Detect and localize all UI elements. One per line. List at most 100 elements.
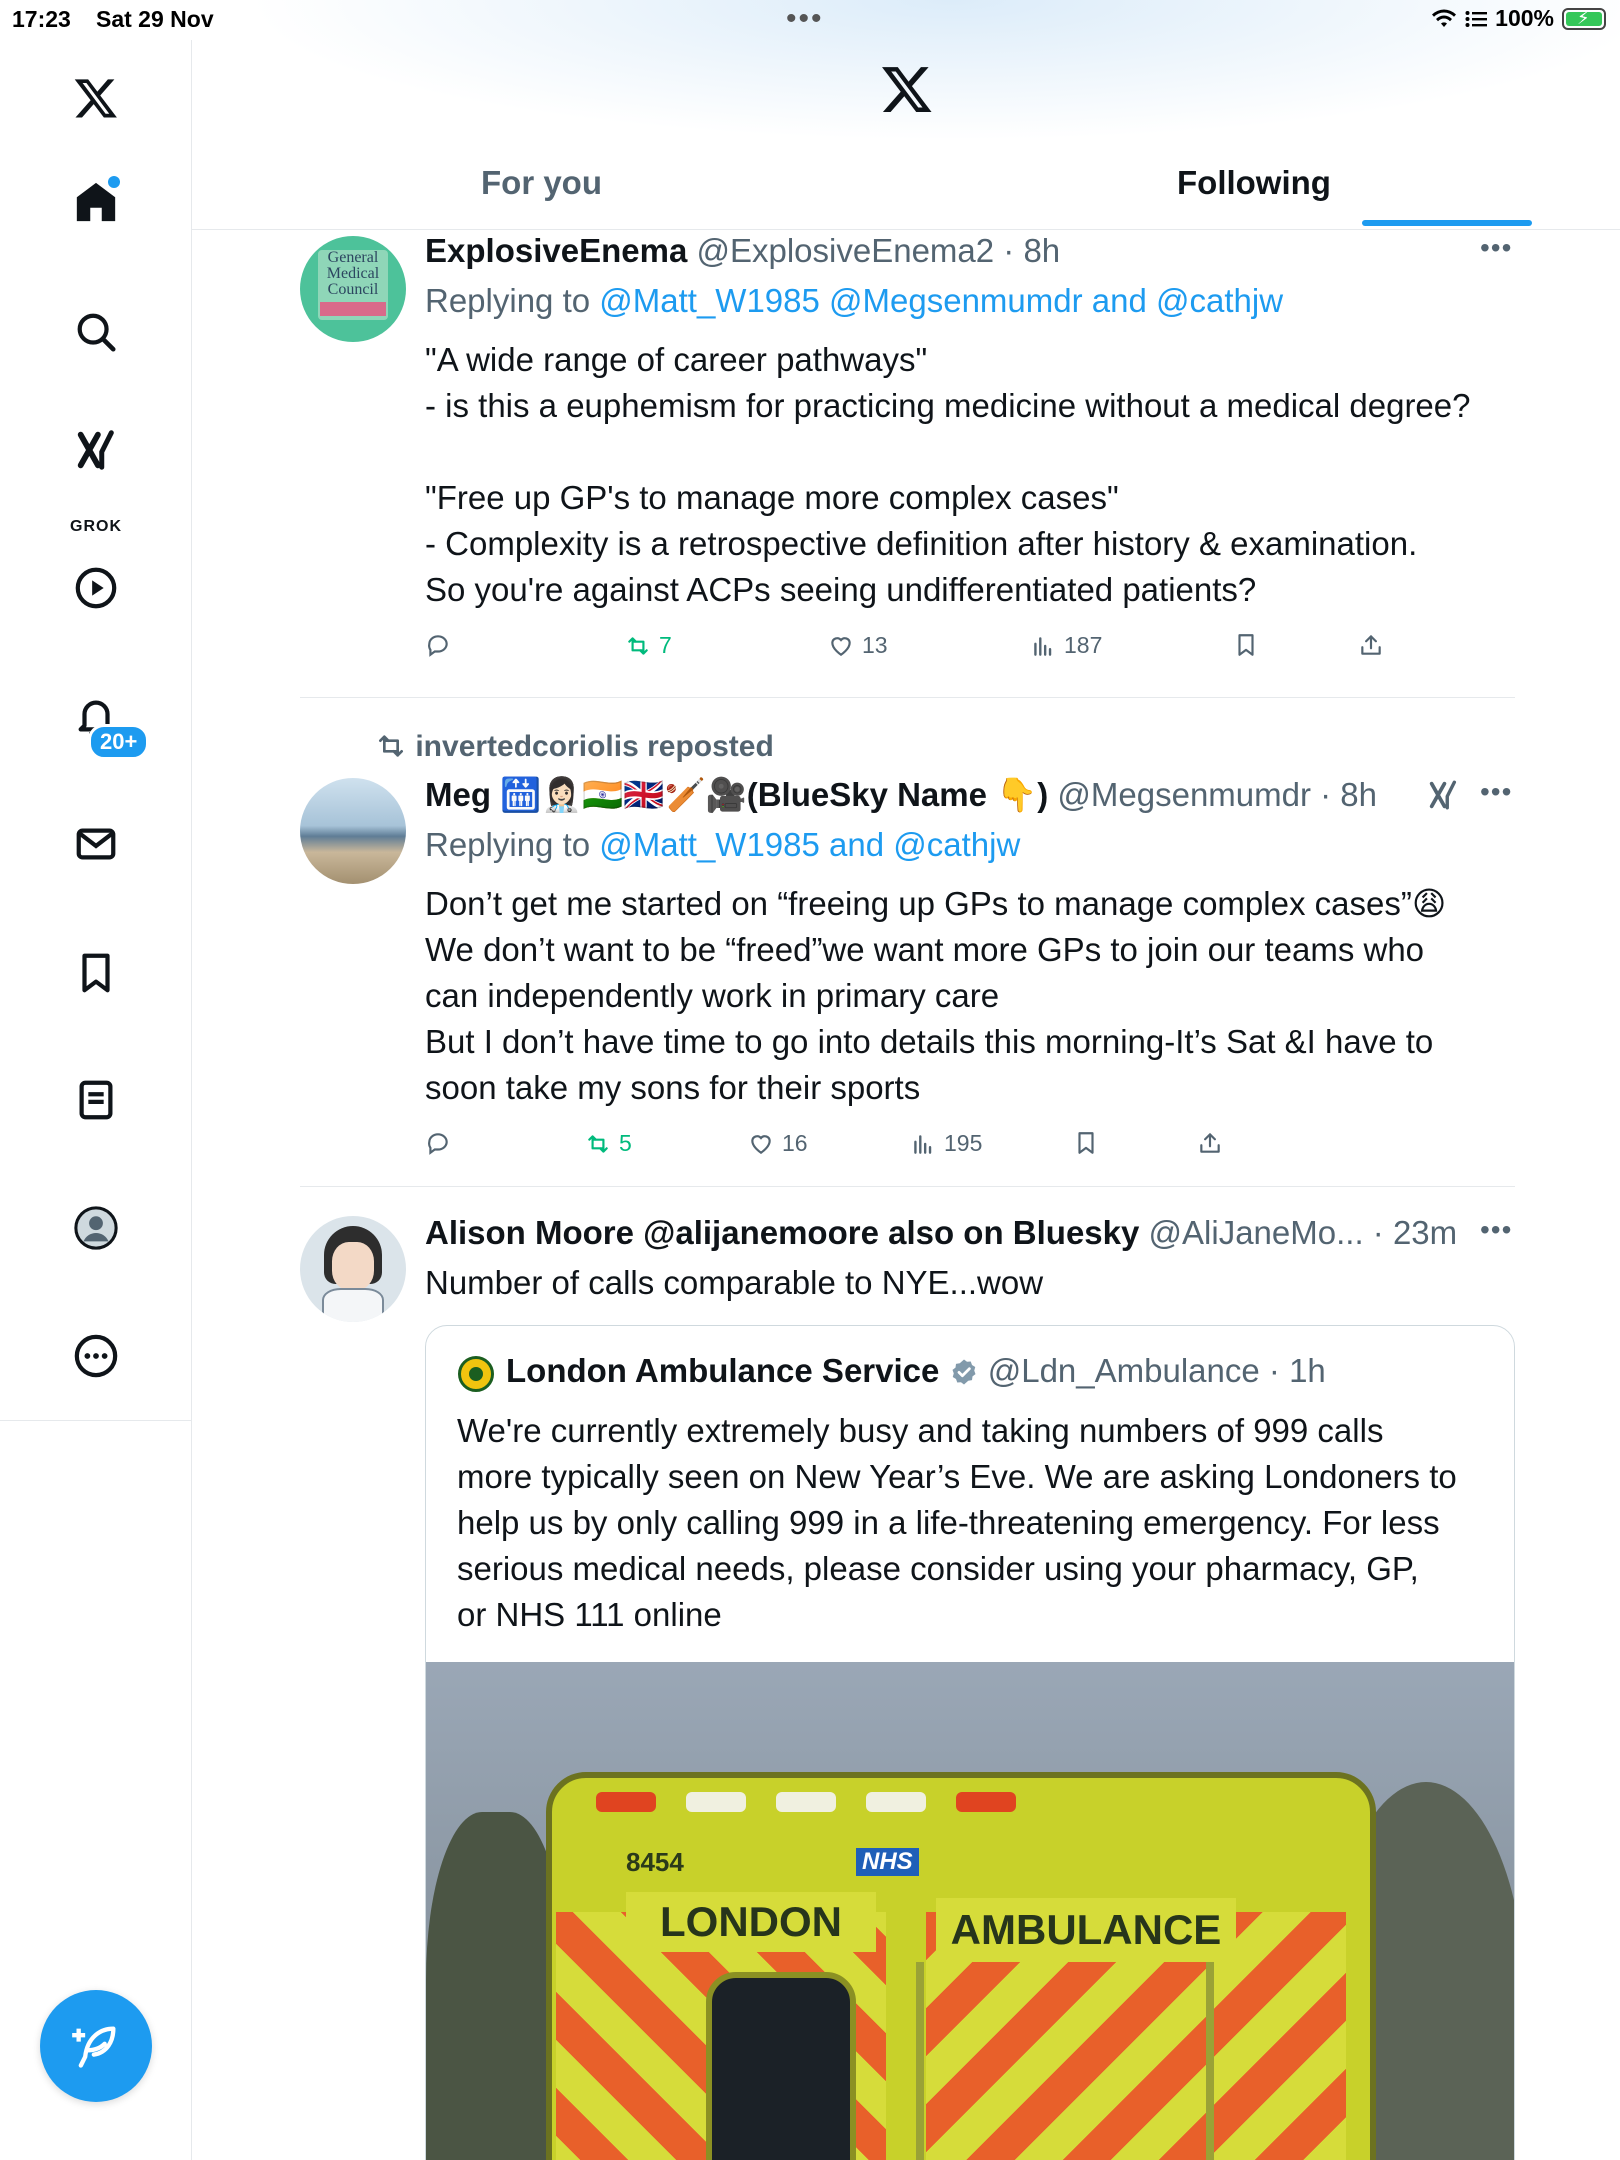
tweet-text: Don’t get me started on “freeing up GPs … [425, 885, 1447, 1106]
tweet-header: ExplosiveEnema @ExplosiveEnema2 · 8h [425, 228, 1060, 274]
repost-icon [628, 636, 648, 655]
grok-label: GROK [70, 518, 122, 535]
bookmark-icon [1238, 634, 1254, 656]
reply-button[interactable] [425, 632, 459, 658]
repost-count: 7 [659, 632, 672, 658]
status-date: Sat 29 Nov [96, 6, 214, 32]
quoted-avatar [458, 1356, 494, 1392]
repost-button[interactable]: 7 [625, 632, 672, 659]
tweet-divider [300, 697, 1515, 698]
quoted-image-ambulance[interactable]: 8454 NHS LONDON AMBULANCE [426, 1662, 1514, 2160]
author-name[interactable]: Alison Moore @alijanemoore also on Blues… [425, 1214, 1139, 1251]
repost-button[interactable]: 5 [585, 1130, 632, 1157]
more-options-icon[interactable]: ••• [1480, 232, 1512, 264]
heart-icon [831, 636, 851, 656]
compose-post-button[interactable] [40, 1990, 152, 2102]
timeline-tabs: For you Following [192, 150, 1620, 230]
author-handle[interactable]: @AliJaneMo... [1149, 1214, 1364, 1251]
mail-icon [76, 828, 116, 860]
quoted-handle: @Ldn_Ambulance [987, 1352, 1260, 1389]
heart-icon [751, 1134, 771, 1154]
more-circle-icon [74, 1334, 118, 1378]
share-icon [1361, 635, 1381, 655]
share-button[interactable] [1358, 632, 1384, 658]
list-icon [79, 1080, 113, 1120]
tab-for-you[interactable]: For you [481, 164, 602, 202]
x-logo-icon[interactable] [66, 68, 126, 128]
sidebar-item-lists[interactable] [66, 1070, 126, 1130]
tab-following[interactable]: Following [1177, 164, 1331, 202]
sidebar-item-bookmarks[interactable] [66, 943, 126, 1003]
search-icon [77, 313, 116, 352]
post-time[interactable]: · 23m [1373, 1214, 1457, 1251]
like-count: 16 [782, 1130, 808, 1156]
views-chart-icon [914, 1134, 932, 1154]
bookmark-button[interactable] [1233, 632, 1259, 658]
multitasking-dots-icon[interactable]: ••• [786, 4, 824, 34]
status-bar: 17:23 Sat 29 Nov ••• 100% ⚡ [0, 0, 1620, 40]
bookmark-button[interactable] [1073, 1130, 1099, 1156]
avatar[interactable]: General Medical Council [300, 236, 406, 342]
views-button[interactable]: 187 [1030, 632, 1102, 659]
share-button[interactable] [1197, 1130, 1223, 1156]
tweet-header: Meg 🛗👩🏻‍⚕️🇮🇳🇬🇧🏏🎥(BlueSky Name 👇) @Megsen… [425, 772, 1377, 818]
bookmark-icon [82, 953, 110, 993]
reply-mentions[interactable]: @Matt_W1985 and @cathjw [599, 826, 1020, 863]
sidebar-item-profile[interactable] [66, 1198, 126, 1258]
status-right: 100% ⚡ [1431, 5, 1606, 32]
compose-feather-icon [72, 2026, 116, 2068]
repost-count: 5 [619, 1130, 632, 1156]
like-button[interactable]: 16 [748, 1130, 808, 1157]
views-button[interactable]: 195 [910, 1130, 982, 1157]
home-unread-dot [108, 176, 120, 188]
ambulance-fleet-number: 8454 [626, 1847, 684, 1877]
wifi-icon [1432, 9, 1457, 27]
sidebar-item-more[interactable] [66, 1326, 126, 1386]
reply-icon [428, 1133, 448, 1155]
focus-list-icon [1465, 10, 1488, 27]
author-name[interactable]: Meg 🛗👩🏻‍⚕️🇮🇳🇬🇧🏏🎥(BlueSky Name 👇) [425, 776, 1048, 813]
quoted-time: · 1h [1268, 1352, 1326, 1389]
grok-icon[interactable] [1426, 776, 1460, 814]
like-count: 13 [862, 632, 888, 658]
repost-context[interactable]: invertedcoriolis reposted [375, 724, 774, 770]
reply-button[interactable] [425, 1130, 459, 1156]
more-options-icon[interactable]: ••• [1480, 1214, 1512, 1246]
views-chart-icon [1034, 636, 1052, 656]
battery-icon: ⚡ [1562, 7, 1606, 30]
sidebar-item-grok[interactable] [66, 420, 126, 480]
active-tab-indicator [1362, 220, 1532, 226]
sidebar-nav: GROK 20+ [0, 40, 192, 1421]
tweet-actions: 5 16 195 [425, 1130, 1525, 1170]
quoted-post[interactable]: London Ambulance Service @Ldn_Ambulance … [425, 1325, 1515, 2160]
replying-to: Replying to @Matt_W1985 @Megsenmumdr and… [425, 282, 1284, 319]
battery-percent: 100% [1495, 5, 1554, 31]
repost-icon [588, 1134, 608, 1153]
quoted-text: We're currently extremely busy and takin… [457, 1412, 1457, 1633]
author-name[interactable]: ExplosiveEnema [425, 232, 687, 269]
like-button[interactable]: 13 [828, 632, 888, 659]
bookmark-icon [1078, 1132, 1094, 1154]
verified-badge-icon [952, 1359, 976, 1385]
tweet-header: Alison Moore @alijanemoore also on Blues… [425, 1210, 1457, 1256]
x-header-logo-icon[interactable] [880, 62, 934, 116]
status-time: 17:23 [12, 6, 71, 32]
sidebar-item-home[interactable] [66, 172, 126, 232]
share-icon [1200, 1133, 1220, 1153]
post-time[interactable]: · 8h [1320, 776, 1377, 813]
post-time[interactable]: · 8h [1003, 232, 1060, 269]
sidebar-item-messages[interactable] [66, 814, 126, 874]
tweet-actions: 7 13 187 [425, 632, 1525, 672]
repost-icon [379, 735, 403, 757]
author-handle[interactable]: @Megsenmumdr [1057, 776, 1311, 813]
profile-avatar-icon [74, 1206, 118, 1250]
tweet-text: Number of calls comparable to NYE...wow [425, 1264, 1044, 1301]
reply-mentions[interactable]: @Matt_W1985 @Megsenmumdr and @cathjw [599, 282, 1283, 319]
more-options-icon[interactable]: ••• [1480, 776, 1512, 808]
sidebar-item-video[interactable] [66, 558, 126, 618]
sidebar-item-search[interactable] [66, 302, 126, 362]
author-handle[interactable]: @ExplosiveEnema2 [696, 232, 994, 269]
tweet-text: "A wide range of career pathways" - is t… [425, 341, 1471, 608]
avatar[interactable] [300, 1216, 406, 1322]
avatar[interactable] [300, 778, 406, 884]
